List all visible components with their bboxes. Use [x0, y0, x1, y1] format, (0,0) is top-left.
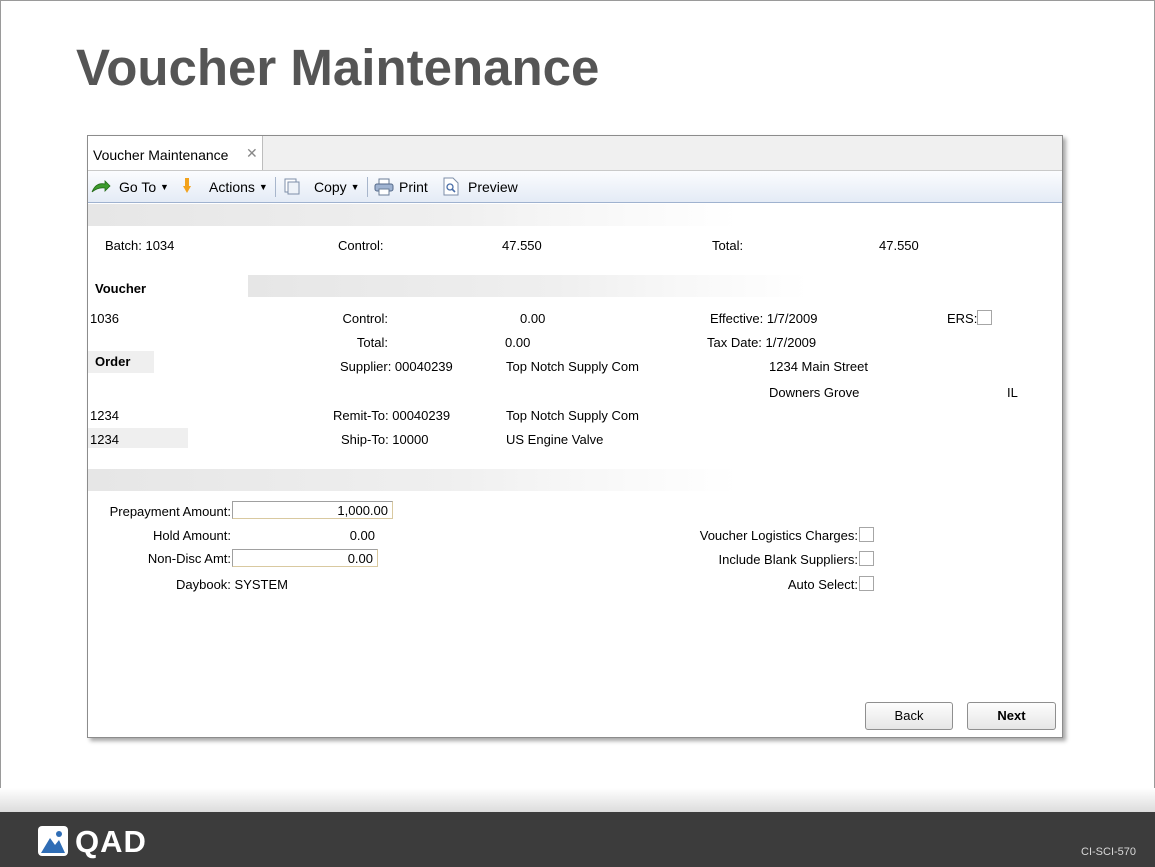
supplier-city: Downers Grove [769, 385, 860, 400]
ship-to-name: US Engine Valve [506, 432, 604, 447]
voucher-total-label: Total: [356, 335, 388, 350]
ers-checkbox[interactable] [977, 310, 992, 325]
close-icon[interactable]: ✕ [246, 145, 258, 162]
copy-menu[interactable]: Copy ▼ [314, 179, 360, 195]
logo-text: QAD [75, 824, 147, 859]
qad-logo-icon [38, 826, 68, 856]
tab-voucher-maintenance[interactable]: Voucher Maintenance ✕ [88, 136, 263, 170]
preview-button[interactable]: Preview [468, 179, 518, 195]
tax-date: Tax Date: 1/7/2009 [707, 335, 817, 350]
footer-gradient [0, 788, 1155, 812]
batch-total-value: 47.550 [879, 238, 919, 253]
actions-icon [183, 178, 191, 193]
section-stripe [248, 275, 808, 297]
toolbar-divider [367, 177, 368, 197]
preview-icon [443, 177, 459, 196]
tab-bar: Voucher Maintenance ✕ [88, 136, 1062, 171]
section-stripe [88, 469, 738, 491]
batch-control-label: Control: [338, 238, 384, 253]
remit-to-name: Top Notch Supply Com [506, 408, 639, 423]
goto-menu[interactable]: Go To ▼ [119, 179, 169, 195]
remit-ref[interactable]: 1234 [90, 408, 119, 423]
non-disc-label: Non-Disc Amt: [147, 551, 231, 566]
daybook-label: Daybook: SYSTEM [176, 577, 288, 592]
chevron-down-icon: ▼ [258, 182, 268, 192]
printer-icon [374, 178, 394, 196]
prepayment-input[interactable]: 1,000.00 [232, 501, 393, 519]
supplier-label: Supplier: 00040239 [340, 359, 453, 374]
slide-footer: QAD CI-SCI-570 [0, 812, 1155, 867]
next-button[interactable]: Next [967, 702, 1056, 730]
actions-menu[interactable]: Actions ▼ [209, 179, 268, 195]
chevron-down-icon: ▼ [160, 182, 169, 192]
ship-to-label: Ship-To: 10000 [341, 432, 429, 447]
goto-arrow-icon [91, 180, 111, 193]
chevron-down-icon: ▼ [350, 182, 360, 192]
hold-amount-value: 0.00 [349, 528, 375, 543]
copy-icon [284, 178, 300, 195]
batch-label: Batch: 1034 [105, 238, 175, 253]
section-stripe [88, 204, 738, 226]
non-disc-input[interactable]: 0.00 [232, 549, 378, 567]
goto-label: Go To [119, 179, 157, 195]
slide-title: Voucher Maintenance [76, 39, 600, 96]
voucher-total-value: 0.00 [505, 335, 531, 350]
auto-select-checkbox[interactable] [859, 576, 874, 591]
voucher-number[interactable]: 1036 [90, 311, 119, 326]
batch-control-value: 47.550 [502, 238, 542, 253]
logistics-charges-checkbox[interactable] [859, 527, 874, 542]
actions-label: Actions [209, 179, 255, 195]
prepayment-label: Prepayment Amount: [109, 504, 231, 519]
supplier-address: 1234 Main Street [769, 359, 869, 374]
toolbar: Go To ▼ Actions ▼ Copy ▼ Print Preview [88, 171, 1062, 203]
back-button[interactable]: Back [865, 702, 953, 730]
tab-label: Voucher Maintenance [93, 147, 229, 163]
blank-suppliers-checkbox[interactable] [859, 551, 874, 566]
ship-ref[interactable]: 1234 [90, 432, 119, 447]
auto-select-label: Auto Select: [787, 577, 858, 592]
toolbar-divider [275, 177, 276, 197]
voucher-heading: Voucher [95, 281, 147, 296]
supplier-name: Top Notch Supply Com [506, 359, 639, 374]
voucher-maintenance-window: Voucher Maintenance ✕ Go To ▼ Actions ▼ … [87, 135, 1063, 738]
hold-amount-label: Hold Amount: [152, 528, 231, 543]
order-heading: Order [95, 354, 131, 369]
copy-label: Copy [314, 179, 347, 195]
remit-to-label: Remit-To: 00040239 [333, 408, 451, 423]
print-button[interactable]: Print [399, 179, 428, 195]
document-code: CI-SCI-570 [1081, 846, 1137, 858]
blank-suppliers-label: Include Blank Suppliers: [718, 552, 858, 567]
logistics-charges-label: Voucher Logistics Charges: [699, 528, 858, 543]
supplier-state: IL [1007, 385, 1018, 400]
voucher-control-label: Control: [342, 311, 388, 326]
batch-total-label: Total: [712, 238, 744, 253]
voucher-control-value: 0.00 [520, 311, 546, 326]
effective-date: Effective: 1/7/2009 [710, 311, 818, 326]
ers-label: ERS: [947, 311, 978, 326]
